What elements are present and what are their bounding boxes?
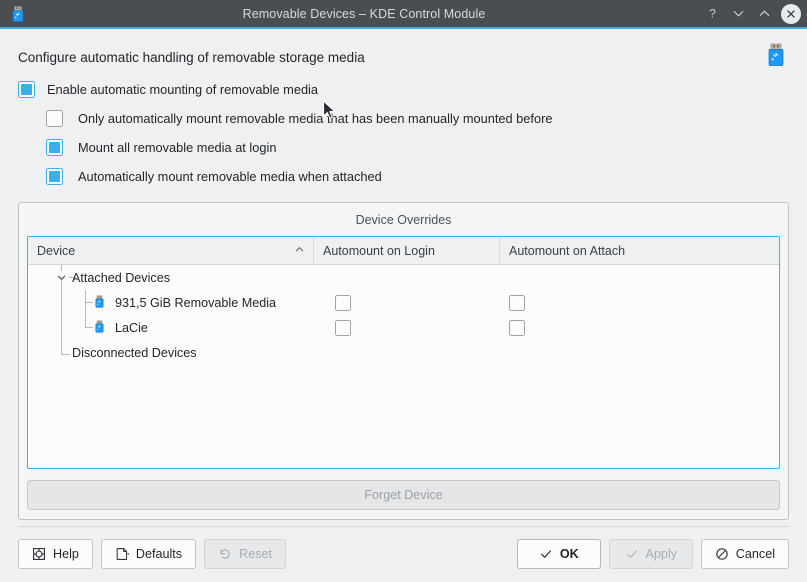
usb-drive-icon xyxy=(763,42,789,72)
table-row[interactable]: LaCie xyxy=(28,315,779,340)
column-label: Automount on Login xyxy=(323,243,435,258)
undo-icon xyxy=(218,547,232,561)
column-header-automount-attach[interactable]: Automount on Attach xyxy=(500,237,779,264)
option-mount-all-at-login[interactable]: Mount all removable media at login xyxy=(46,133,789,162)
check-icon xyxy=(625,547,639,561)
window-controls: ? xyxy=(700,2,801,26)
checkbox-automount-attach[interactable] xyxy=(509,294,525,311)
checkbox-mount-all-at-login[interactable] xyxy=(46,139,63,156)
cancel-icon xyxy=(715,547,729,561)
chevron-up-icon[interactable] xyxy=(752,2,776,26)
help-icon xyxy=(32,547,46,561)
window-title: Removable Devices – KDE Control Module xyxy=(242,6,486,21)
chevron-down-icon[interactable] xyxy=(726,2,750,26)
dialog-button-bar: Help Defaults Reset OK Apply Cancel xyxy=(0,526,807,582)
tree-header-row: Device Automount on Login Automount on A… xyxy=(28,237,779,265)
help-label: Help xyxy=(53,547,79,561)
ok-button[interactable]: OK xyxy=(516,539,601,569)
device-overrides-group: Device Overrides Device Automount on Log… xyxy=(18,202,789,520)
group-title: Device Overrides xyxy=(355,213,452,227)
cell-automount-login[interactable] xyxy=(314,319,500,336)
cell-automount-attach[interactable] xyxy=(500,319,779,336)
chevron-down-icon[interactable] xyxy=(55,271,68,284)
left-button-group: Help Defaults Reset xyxy=(18,539,287,569)
forget-device-button[interactable]: Forget Device xyxy=(27,480,780,510)
apply-button[interactable]: Apply xyxy=(608,539,693,569)
tree-group-label: Disconnected Devices xyxy=(72,345,197,360)
defaults-label: Defaults xyxy=(135,547,183,561)
tree-body: Attached Devices 931,5 GiB Removable Med… xyxy=(28,265,779,365)
option-label: Only automatically mount removable media… xyxy=(78,111,553,126)
option-enable-automatic-mounting[interactable]: Enable automatic mounting of removable m… xyxy=(18,75,789,104)
option-label: Automatically mount removable media when… xyxy=(78,169,382,184)
sort-ascending-icon xyxy=(294,244,305,258)
cancel-label: Cancel xyxy=(735,547,775,561)
option-only-previously-mounted[interactable]: Only automatically mount removable media… xyxy=(46,104,789,133)
check-icon xyxy=(539,547,553,561)
cancel-button[interactable]: Cancel xyxy=(700,539,789,569)
option-mount-when-attached[interactable]: Automatically mount removable media when… xyxy=(46,162,789,191)
ok-label: OK xyxy=(559,547,579,561)
close-icon[interactable] xyxy=(781,3,801,24)
column-header-automount-login[interactable]: Automount on Login xyxy=(314,237,500,264)
table-row[interactable]: 931,5 GiB Removable Media xyxy=(28,290,779,315)
checkbox-mount-when-attached[interactable] xyxy=(46,168,63,185)
option-label: Mount all removable media at login xyxy=(78,140,277,155)
checkbox-only-previously-mounted[interactable] xyxy=(46,110,63,127)
defaults-button[interactable]: Defaults xyxy=(100,539,197,569)
device-name: LaCie xyxy=(115,320,148,335)
column-header-device[interactable]: Device xyxy=(28,237,314,264)
usb-drive-icon xyxy=(93,320,106,335)
reset-label: Reset xyxy=(239,547,273,561)
reset-button[interactable]: Reset xyxy=(204,539,287,569)
help-button[interactable]: Help xyxy=(18,539,93,569)
checkbox-automount-attach[interactable] xyxy=(509,319,525,336)
main-content: Configure automatic handling of removabl… xyxy=(0,29,807,520)
page-header: Configure automatic handling of removabl… xyxy=(18,29,789,75)
apply-label: Apply xyxy=(645,547,678,561)
svg-text:?: ? xyxy=(709,6,716,20)
tree-group-row[interactable]: Attached Devices xyxy=(28,265,779,290)
button-bar-separator xyxy=(18,526,789,527)
checkbox-enable-automatic-mounting[interactable] xyxy=(18,81,35,98)
tree-group-row[interactable]: Disconnected Devices xyxy=(28,340,779,365)
cell-automount-attach[interactable] xyxy=(500,294,779,311)
window-titlebar[interactable]: Removable Devices – KDE Control Module ? xyxy=(0,0,807,27)
column-label: Device xyxy=(37,243,76,258)
page-title: Configure automatic handling of removabl… xyxy=(18,49,365,65)
tree-group-label: Attached Devices xyxy=(72,270,171,285)
device-overrides-tree[interactable]: Device Automount on Login Automount on A… xyxy=(27,236,780,469)
usb-drive-icon xyxy=(8,4,28,24)
device-name: 931,5 GiB Removable Media xyxy=(115,295,277,310)
checkbox-automount-login[interactable] xyxy=(335,319,351,336)
document-icon xyxy=(115,547,129,561)
column-label: Automount on Attach xyxy=(509,243,626,258)
forget-device-label: Forget Device xyxy=(364,488,443,502)
window-help-button[interactable]: ? xyxy=(700,2,724,26)
cell-automount-login[interactable] xyxy=(314,294,500,311)
option-label: Enable automatic mounting of removable m… xyxy=(47,82,319,97)
usb-drive-icon xyxy=(93,295,106,310)
checkbox-automount-login[interactable] xyxy=(335,294,351,311)
